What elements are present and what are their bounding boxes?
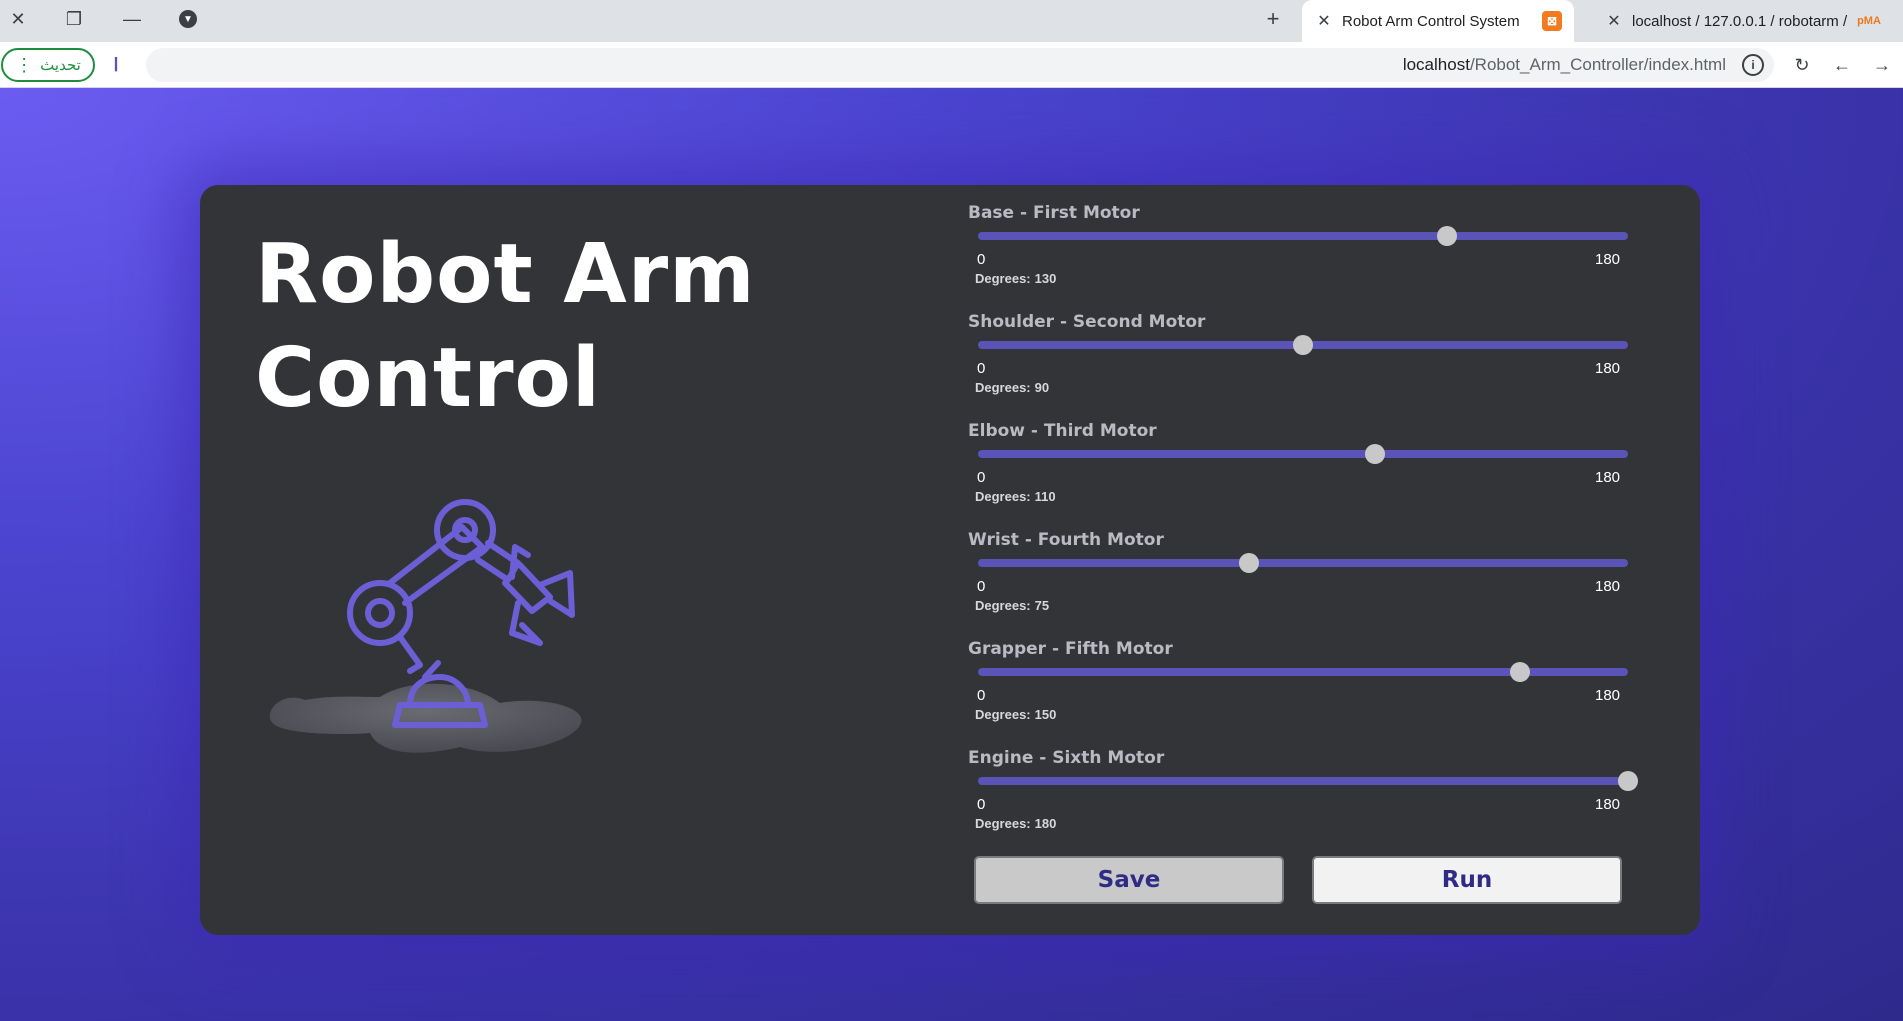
motor-label: Base - First Motor: [968, 203, 1140, 223]
slider-min-label: 0: [977, 251, 986, 268]
motor-wrist: Wrist - Fourth Motor 0 180 Degrees: 75: [968, 530, 1638, 639]
slider-thumb[interactable]: [1293, 335, 1313, 355]
degrees-prefix: Degrees:: [975, 707, 1031, 722]
degrees-readout: Degrees: 130: [975, 271, 1056, 286]
degrees-value: 180: [1034, 816, 1057, 831]
phpmyadmin-favicon-icon: pMA: [1857, 15, 1881, 27]
degrees-prefix: Degrees:: [975, 489, 1031, 504]
slider-thumb[interactable]: [1365, 444, 1386, 464]
degrees-prefix: Degrees:: [975, 271, 1031, 286]
motor-label: Shoulder - Second Motor: [968, 312, 1206, 332]
forward-arrow-icon[interactable]: →: [1869, 52, 1895, 78]
tab-search-icon[interactable]: ▼: [175, 6, 201, 32]
degrees-prefix: Degrees:: [975, 380, 1031, 395]
slider-min-label: 0: [977, 578, 986, 595]
title-line-2: Control: [255, 331, 601, 426]
slider-max-label: 180: [1595, 687, 1621, 704]
degrees-value: 110: [1034, 489, 1056, 504]
url-text[interactable]: localhost/Robot_Arm_Controller/index.htm…: [1403, 55, 1726, 75]
degrees-prefix: Degrees:: [975, 816, 1031, 831]
close-window-icon[interactable]: ✕: [5, 6, 31, 32]
degrees-value: 90: [1034, 380, 1050, 395]
address-bar[interactable]: localhost/Robot_Arm_Controller/index.htm…: [146, 48, 1774, 82]
extension-icon[interactable]: ﺍ: [103, 52, 129, 78]
xampp-favicon-icon: ⊠: [1542, 11, 1562, 31]
motor-label: Engine - Sixth Motor: [968, 748, 1165, 768]
browser-tab-strip: ✕ ❐ — ▼ + ✕ Robot Arm Control System ⊠ ✕…: [0, 0, 1903, 42]
new-tab-icon[interactable]: +: [1260, 6, 1286, 32]
slider-max-label: 180: [1595, 469, 1621, 486]
tab-title: localhost / 127.0.0.1 / robotarm /: [1632, 12, 1848, 30]
degrees-readout: Degrees: 150: [975, 707, 1056, 722]
motor-grapper: Grapper - Fifth Motor 0 180 Degrees: 150: [968, 639, 1638, 748]
minimize-window-icon[interactable]: —: [119, 6, 145, 32]
tab-close-icon[interactable]: ✕: [1314, 11, 1334, 31]
slider-max-label: 180: [1595, 360, 1621, 377]
wrist-slider[interactable]: [978, 553, 1628, 573]
url-path: /Robot_Arm_Controller/index.html: [1469, 55, 1726, 74]
motor-label: Elbow - Third Motor: [968, 421, 1157, 441]
reload-icon[interactable]: ↻: [1789, 52, 1815, 78]
title-line-1: Robot Arm: [255, 227, 756, 322]
slider-min-label: 0: [977, 469, 986, 486]
tab-robot-arm-control[interactable]: ✕ Robot Arm Control System ⊠: [1302, 0, 1574, 42]
slider-max-label: 180: [1595, 578, 1621, 595]
slider-thumb[interactable]: [1238, 553, 1259, 573]
control-card: Robot Arm Control Base - First Motor 0 1…: [200, 185, 1700, 935]
degrees-readout: Degrees: 75: [975, 598, 1049, 613]
slider-max-label: 180: [1595, 796, 1621, 813]
slider-thumb[interactable]: [1618, 771, 1638, 791]
robot-arm-icon: [250, 485, 650, 805]
motor-elbow: Elbow - Third Motor 0 180 Degrees: 110: [968, 421, 1638, 530]
update-button-label: تحديث: [40, 57, 81, 74]
slider-thumb[interactable]: [1509, 662, 1530, 682]
page-title: Robot Arm Control: [255, 223, 875, 431]
base-slider[interactable]: [978, 226, 1628, 246]
more-menu-icon[interactable]: ⋮: [15, 56, 33, 74]
degrees-value: 75: [1034, 598, 1050, 613]
browser-toolbar: ⋮ تحديث ﺍ ☆ ⧉ localhost/Robot_Arm_Contro…: [0, 42, 1903, 88]
url-host: localhost: [1402, 55, 1470, 74]
degrees-readout: Degrees: 90: [975, 380, 1049, 395]
grapper-slider[interactable]: [978, 662, 1628, 682]
site-info-icon[interactable]: i: [1742, 54, 1764, 76]
motor-shoulder: Shoulder - Second Motor 0 180 Degrees: 90: [968, 312, 1638, 421]
save-button[interactable]: Save: [974, 856, 1284, 904]
slider-thumb[interactable]: [1437, 226, 1458, 246]
motor-base: Base - First Motor 0 180 Degrees: 130: [968, 203, 1638, 312]
slider-max-label: 180: [1595, 251, 1621, 268]
degrees-prefix: Degrees:: [975, 598, 1031, 613]
tab-title: Robot Arm Control System: [1342, 12, 1520, 30]
shoulder-slider[interactable]: [978, 335, 1628, 355]
slider-min-label: 0: [977, 796, 986, 813]
tab-phpmyadmin[interactable]: ✕ localhost / 127.0.0.1 / robotarm / pMA: [1592, 0, 1903, 42]
run-button[interactable]: Run: [1312, 856, 1622, 904]
motor-controls: Base - First Motor 0 180 Degrees: 130 Sho…: [968, 203, 1638, 857]
motor-label: Grapper - Fifth Motor: [968, 639, 1173, 659]
tab-close-icon[interactable]: ✕: [1604, 11, 1624, 31]
degrees-readout: Degrees: 180: [975, 816, 1056, 831]
degrees-value: 150: [1034, 707, 1057, 722]
motor-engine: Engine - Sixth Motor 0 180 Degrees: 180: [968, 748, 1638, 857]
elbow-slider[interactable]: [978, 444, 1628, 464]
motor-label: Wrist - Fourth Motor: [968, 530, 1164, 550]
degrees-readout: Degrees: 110: [975, 489, 1056, 504]
slider-min-label: 0: [977, 360, 986, 377]
engine-slider[interactable]: [978, 771, 1638, 791]
degrees-value: 130: [1034, 271, 1057, 286]
update-browser-button[interactable]: ⋮ تحديث: [1, 48, 95, 82]
restore-window-icon[interactable]: ❐: [61, 6, 87, 32]
back-arrow-icon[interactable]: ←: [1829, 52, 1855, 78]
slider-min-label: 0: [977, 687, 986, 704]
page-background: Robot Arm Control Base - First Motor 0 1…: [0, 88, 1903, 1021]
